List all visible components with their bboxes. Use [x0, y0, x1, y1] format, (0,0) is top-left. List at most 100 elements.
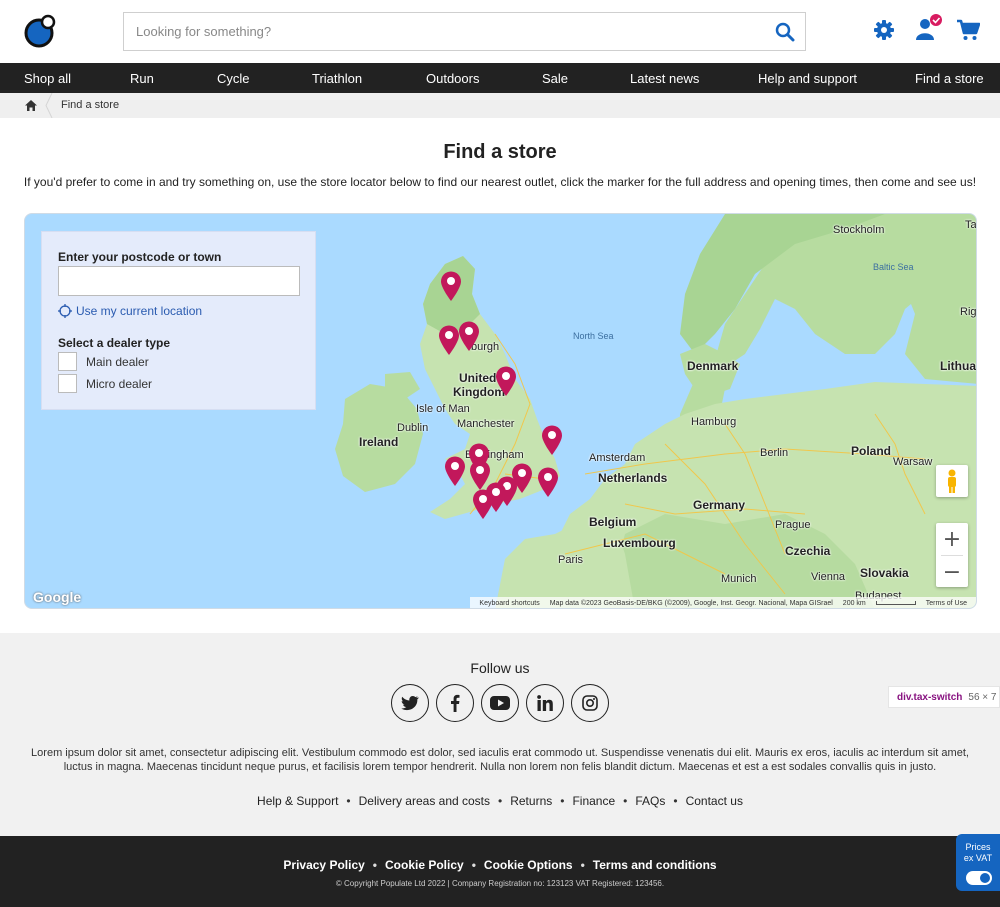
store-marker[interactable]	[444, 456, 466, 486]
nav-outdoors[interactable]: Outdoors	[426, 71, 479, 86]
footer-link-faqs[interactable]: FAQs	[635, 794, 665, 808]
dealer-type-micro[interactable]: Micro dealer	[58, 374, 152, 393]
map-label-czechia: Czechia	[785, 544, 831, 558]
map-label-prague: Prague	[775, 519, 811, 531]
map-label-lithuania: Lithua	[940, 359, 976, 373]
footer-description: Lorem ipsum dolor sit amet, consectetur …	[31, 747, 969, 773]
map-label-ta: Ta	[965, 219, 977, 231]
map-data-text: Map data ©2023 GeoBasis-DE/BKG (©2009), …	[549, 599, 833, 607]
devtools-size: 56 × 7	[968, 691, 997, 703]
main-nav: Shop all Run Cycle Triathlon Outdoors Sa…	[0, 63, 1000, 93]
footer-link-returns[interactable]: Returns	[510, 794, 552, 808]
nav-sale[interactable]: Sale	[542, 71, 568, 86]
dealer-type-main[interactable]: Main dealer	[58, 352, 149, 371]
devtools-element-tag: div.tax-switch 56 × 7	[888, 686, 1000, 708]
nav-help-and-support[interactable]: Help and support	[758, 71, 857, 86]
breadcrumb-current: Find a store	[61, 99, 120, 111]
store-map[interactable]: Stockholm Baltic Sea Ta Rig North Sea De…	[24, 213, 977, 609]
nav-latest-news[interactable]: Latest news	[630, 71, 699, 86]
footer-link-delivery[interactable]: Delivery areas and costs	[359, 794, 490, 808]
breadcrumb-separator-icon	[45, 93, 53, 118]
nav-cycle[interactable]: Cycle	[217, 71, 250, 86]
map-label-hamburg: Hamburg	[691, 416, 737, 428]
cookie-options-link[interactable]: Cookie Options	[484, 858, 573, 872]
link-separator: •	[346, 794, 351, 808]
terms-link[interactable]: Terms and conditions	[593, 858, 717, 872]
vat-line-2: ex VAT	[963, 853, 993, 863]
footer: Follow us Lorem ipsum dolor sit amet, co…	[0, 633, 1000, 836]
map-label-denmark: Denmark	[687, 359, 739, 373]
vat-toggle-knob	[980, 873, 990, 883]
cookie-policy-link[interactable]: Cookie Policy	[385, 858, 464, 872]
gear-icon[interactable]	[872, 18, 896, 42]
street-view-button[interactable]	[936, 465, 968, 497]
use-current-location-label: Use my current location	[76, 304, 203, 318]
zoom-in-button[interactable]: +	[936, 523, 968, 555]
postcode-label: Enter your postcode or town	[58, 250, 222, 264]
nav-shop-all[interactable]: Shop all	[24, 71, 71, 86]
footer-link-help-support[interactable]: Help & Support	[257, 794, 338, 808]
home-icon[interactable]	[24, 99, 38, 112]
zoom-out-button[interactable]: −	[936, 556, 968, 588]
nav-find-a-store[interactable]: Find a store	[915, 71, 984, 86]
footer-links: Help & Support • Delivery areas and costs •…	[0, 794, 1000, 808]
site-header	[0, 0, 1000, 63]
vat-switch[interactable]: Prices ex VAT	[956, 834, 1000, 891]
store-marker[interactable]	[438, 325, 460, 355]
map-label-belgium: Belgium	[589, 515, 637, 529]
map-attribution: Keyboard shortcuts Map data ©2023 GeoBas…	[470, 597, 976, 608]
link-separator: •	[471, 858, 476, 872]
legal-bar: Privacy Policy • Cookie Policy • Cookie Opti…	[0, 836, 1000, 907]
map-label-netherlands: Netherlands	[598, 471, 668, 485]
map-label-baltic-sea: Baltic Sea	[873, 262, 914, 272]
linkedin-link[interactable]	[526, 684, 564, 722]
store-marker[interactable]	[472, 489, 494, 519]
map-label-vienna: Vienna	[811, 571, 846, 583]
store-marker[interactable]	[537, 467, 559, 497]
google-logo[interactable]: Google	[33, 589, 81, 605]
cart-icon[interactable]	[956, 18, 980, 42]
dealer-type-label: Select a dealer type	[58, 336, 171, 350]
facebook-link[interactable]	[436, 684, 474, 722]
privacy-policy-link[interactable]: Privacy Policy	[283, 858, 364, 872]
footer-link-finance[interactable]: Finance	[572, 794, 615, 808]
map-label-paris: Paris	[558, 554, 584, 566]
youtube-link[interactable]	[481, 684, 519, 722]
instagram-link[interactable]	[571, 684, 609, 722]
user-icon[interactable]	[914, 14, 944, 42]
store-marker[interactable]	[458, 321, 480, 351]
twitter-link[interactable]	[391, 684, 429, 722]
nav-triathlon[interactable]: Triathlon	[312, 71, 362, 86]
postcode-input[interactable]	[58, 266, 300, 296]
map-label-poland: Poland	[851, 444, 892, 458]
store-marker[interactable]	[541, 425, 563, 455]
logo-icon[interactable]	[24, 14, 56, 48]
map-label-berlin: Berlin	[760, 447, 789, 459]
terms-of-use-link[interactable]: Terms of Use	[926, 600, 967, 607]
store-marker[interactable]	[495, 366, 517, 396]
footer-link-contact[interactable]: Contact us	[686, 794, 743, 808]
main-dealer-checkbox[interactable]	[58, 352, 77, 371]
map-label-warsaw: Warsaw	[893, 456, 933, 468]
nav-run[interactable]: Run	[130, 71, 154, 86]
page-title: Find a store	[443, 141, 557, 163]
facebook-icon	[451, 694, 460, 712]
scale-bar	[875, 601, 916, 605]
micro-dealer-label: Micro dealer	[86, 376, 153, 391]
store-marker[interactable]	[440, 271, 462, 301]
use-current-location-link[interactable]: Use my current location	[58, 304, 202, 318]
keyboard-shortcuts-link[interactable]: Keyboard shortcuts	[479, 600, 539, 607]
search-input[interactable]	[124, 13, 764, 50]
store-locator-panel: Enter your postcode or town Use my curre…	[41, 231, 316, 410]
map-label-ireland: Ireland	[359, 435, 399, 449]
vat-toggle[interactable]	[966, 871, 992, 885]
map-label-munich: Munich	[721, 573, 757, 585]
map-scale[interactable]: 200 km	[843, 600, 866, 607]
map-label-isle-of-man: Isle of Man	[416, 403, 470, 415]
link-separator: •	[623, 794, 628, 808]
micro-dealer-checkbox[interactable]	[58, 374, 77, 393]
link-separator: •	[498, 794, 503, 808]
search-icon[interactable]	[775, 22, 795, 42]
copyright: © Copyright Populate Ltd 2022 | Company …	[335, 879, 665, 888]
map-label-stockholm: Stockholm	[833, 224, 885, 236]
